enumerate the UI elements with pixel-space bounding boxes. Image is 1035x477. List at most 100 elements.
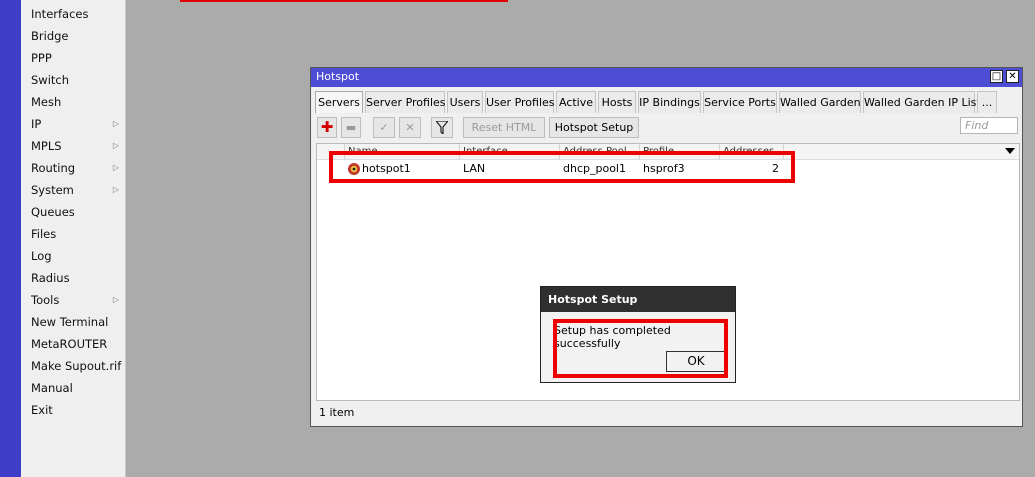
tab-label: IP Bindings: [639, 96, 700, 109]
maximize-icon: □: [991, 71, 1002, 82]
sidebar-item-label: Log: [31, 249, 52, 263]
tab-label: Server Profiles: [366, 96, 446, 109]
sidebar-item-tools[interactable]: Tools ▷: [21, 289, 125, 311]
plus-icon: ✚: [320, 118, 334, 136]
sidebar-item-label: System: [31, 183, 74, 197]
sidebar-item-log[interactable]: Log: [21, 245, 125, 267]
filter-icon: [434, 120, 450, 136]
sidebar-item-label: IP: [31, 117, 42, 131]
window-title: Hotspot: [316, 70, 360, 83]
button-label: Reset HTML: [471, 121, 537, 134]
column-header-interface[interactable]: Interface: [460, 144, 560, 159]
remove-button[interactable]: ▬: [341, 117, 361, 138]
sidebar-item-label: Manual: [31, 381, 73, 395]
dialog-message: Setup has completed successfully: [554, 324, 671, 350]
tab-active[interactable]: Active: [556, 91, 596, 113]
tab-hosts[interactable]: Hosts: [598, 91, 636, 113]
sidebar-item-new-terminal[interactable]: New Terminal: [21, 311, 125, 333]
sidebar-item-label: Routing: [31, 161, 76, 175]
sidebar-item-mpls[interactable]: MPLS ▷: [21, 135, 125, 157]
ok-button[interactable]: OK: [666, 351, 726, 372]
table-header: Name Interface Address Pool Profile Addr…: [317, 144, 1019, 160]
dialog-title: Hotspot Setup: [548, 293, 638, 306]
minus-icon: ▬: [345, 121, 357, 134]
tab-servers[interactable]: Servers: [315, 91, 363, 113]
sidebar-item-routing[interactable]: Routing ▷: [21, 157, 125, 179]
sidebar-item-label: Bridge: [31, 29, 69, 43]
cell-interface: LAN: [463, 162, 486, 175]
sidebar-item-mesh[interactable]: Mesh: [21, 91, 125, 113]
sidebar-item-switch[interactable]: Switch: [21, 69, 125, 91]
cell-profile: hsprof3: [643, 162, 685, 175]
column-header-address-pool[interactable]: Address Pool: [560, 144, 640, 159]
hotspot-setup-button[interactable]: Hotspot Setup: [549, 117, 639, 138]
sidebar-item-label: Radius: [31, 271, 70, 285]
window-titlebar[interactable]: Hotspot □ ✕: [311, 68, 1022, 87]
add-button[interactable]: ✚: [317, 117, 337, 138]
tab-label: Active: [558, 96, 594, 109]
disable-button[interactable]: ✕: [399, 117, 421, 138]
sidebar-item-bridge[interactable]: Bridge: [21, 25, 125, 47]
button-label: Hotspot Setup: [554, 121, 634, 134]
find-placeholder: Find: [965, 119, 989, 132]
annotation-underline: [180, 0, 508, 2]
tab-user-profiles[interactable]: User Profiles: [485, 91, 555, 113]
submenu-arrow-icon: ▷: [112, 141, 119, 150]
column-header-flags[interactable]: [317, 144, 345, 159]
sidebar-item-ip[interactable]: IP ▷: [21, 113, 125, 135]
tab-walled-garden[interactable]: Walled Garden: [779, 91, 861, 113]
sidebar-item-label: Make Supout.rif: [31, 359, 122, 373]
sidebar-item-label: Tools: [31, 293, 60, 307]
sidebar-item-manual[interactable]: Manual: [21, 377, 125, 399]
check-icon: ✓: [379, 121, 389, 134]
sidebar-item-make-supout[interactable]: Make Supout.rif: [21, 355, 125, 377]
tab-label: User Profiles: [486, 96, 555, 109]
sidebar-item-system[interactable]: System ▷: [21, 179, 125, 201]
tab-label: ...: [981, 96, 993, 109]
cross-icon: ✕: [405, 121, 415, 134]
reset-html-button[interactable]: Reset HTML: [463, 117, 545, 138]
tab-label: Users: [449, 96, 481, 109]
sidebar-item-label: New Terminal: [31, 315, 109, 329]
sidebar-item-label: Queues: [31, 205, 75, 219]
sidebar-item-label: Mesh: [31, 95, 62, 109]
sidebar-item-label: MPLS: [31, 139, 62, 153]
sidebar-item-files[interactable]: Files: [21, 223, 125, 245]
tab-label: Walled Garden IP List: [864, 96, 981, 109]
tab-label: Service Ports: [704, 96, 776, 109]
maximize-button[interactable]: □: [990, 70, 1003, 83]
sidebar-item-ppp[interactable]: PPP: [21, 47, 125, 69]
tab-label: Hosts: [601, 96, 633, 109]
tab-walled-garden-ip-list[interactable]: Walled Garden IP List: [863, 91, 981, 113]
submenu-arrow-icon: ▷: [112, 163, 119, 172]
column-header-profile[interactable]: Profile: [640, 144, 720, 159]
tab-service-ports[interactable]: Service Ports: [703, 91, 777, 113]
sidebar-item-interfaces[interactable]: Interfaces: [21, 3, 125, 25]
tab-server-profiles[interactable]: Server Profiles: [365, 91, 446, 113]
dialog-titlebar[interactable]: Hotspot Setup: [541, 287, 735, 312]
column-chooser-icon[interactable]: [1005, 148, 1015, 154]
tab-users[interactable]: Users: [447, 91, 483, 113]
cell-addresses: 2: [772, 162, 779, 175]
submenu-arrow-icon: ▷: [112, 295, 119, 304]
toolbar: ✚ ▬ ✓ ✕ Reset HTML Hotspot Setup Find: [315, 116, 1020, 140]
sidebar-item-label: Interfaces: [31, 7, 89, 21]
tab-ip-bindings[interactable]: IP Bindings: [638, 91, 701, 113]
sidebar-item-radius[interactable]: Radius: [21, 267, 125, 289]
column-header-name[interactable]: Name: [345, 144, 460, 159]
sidebar-item-label: PPP: [31, 51, 52, 65]
tab-more[interactable]: ...: [977, 91, 997, 113]
sidebar-item-metarouter[interactable]: MetaROUTER: [21, 333, 125, 355]
column-header-addresses[interactable]: Addresses: [720, 144, 784, 159]
submenu-arrow-icon: ▷: [112, 119, 119, 128]
close-button[interactable]: ✕: [1006, 70, 1019, 83]
sidebar-item-queues[interactable]: Queues: [21, 201, 125, 223]
filter-button[interactable]: [431, 117, 453, 138]
hotspot-setup-dialog: Hotspot Setup Setup has completed succes…: [540, 286, 736, 383]
sidebar-item-label: Switch: [31, 73, 70, 87]
sidebar: Interfaces Bridge PPP Switch Mesh IP ▷ MP…: [21, 0, 126, 477]
submenu-arrow-icon: ▷: [112, 185, 119, 194]
sidebar-item-exit[interactable]: Exit: [21, 399, 125, 421]
enable-button[interactable]: ✓: [373, 117, 395, 138]
find-input[interactable]: Find: [960, 117, 1018, 134]
